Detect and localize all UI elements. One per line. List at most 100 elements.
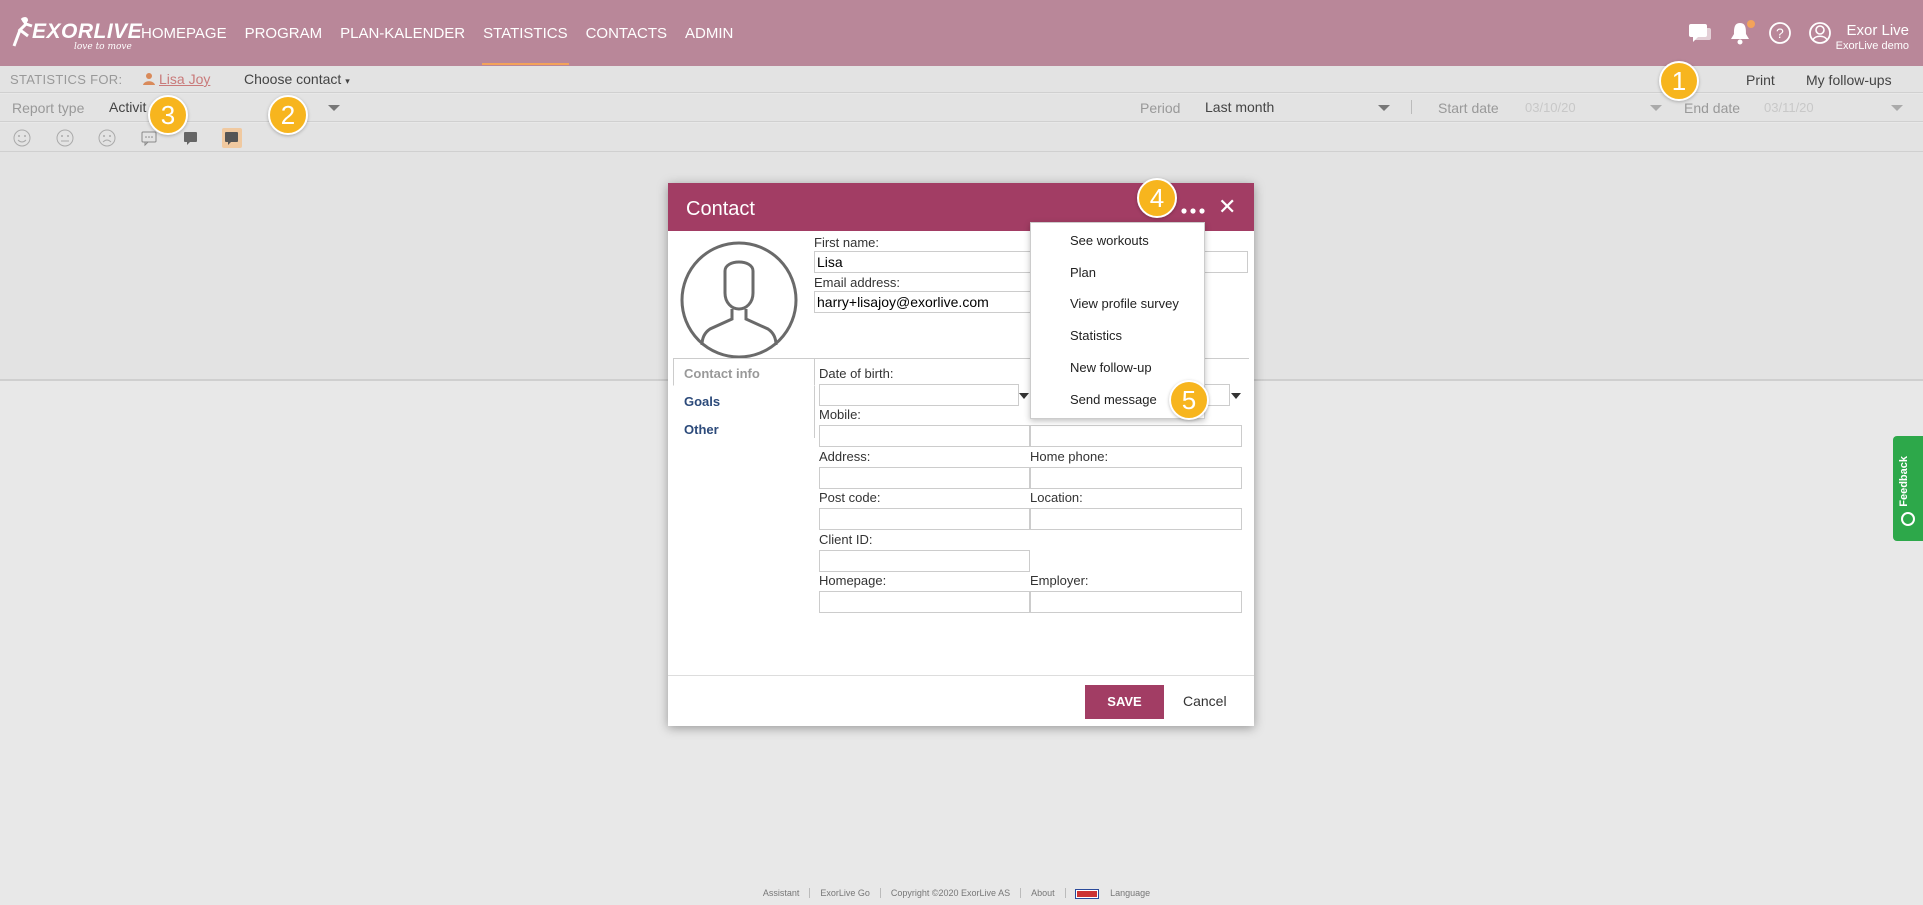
step-badge-2: 2 — [268, 95, 308, 135]
cancel-button[interactable]: Cancel — [1183, 693, 1227, 709]
message-icon[interactable] — [181, 128, 201, 148]
notification-dot — [1747, 20, 1755, 28]
feedback-tab[interactable]: Feedback — [1893, 436, 1923, 541]
tab-contact-info[interactable]: Contact info — [673, 358, 815, 386]
menu-item-send-message[interactable]: Send message — [1070, 392, 1157, 407]
period-select[interactable]: Last month — [1205, 99, 1274, 115]
nav-program[interactable]: PROGRAM — [244, 0, 324, 66]
conversation-icon[interactable] — [222, 128, 242, 148]
dob-input[interactable] — [819, 384, 1019, 406]
email-input[interactable] — [814, 291, 1034, 313]
nav-links: HOMEPAGE PROGRAM PLAN-KALENDER STATISTIC… — [140, 0, 750, 66]
user-profile-icon[interactable] — [1807, 20, 1833, 46]
employer-label: Employer: — [1030, 573, 1089, 588]
step-badge-3: 3 — [148, 95, 188, 135]
footer-about[interactable]: About — [1021, 888, 1066, 898]
mobile-input[interactable] — [819, 425, 1030, 447]
step-badge-5: 5 — [1169, 380, 1209, 420]
choose-contact-dropdown[interactable]: Choose contact ▾ — [244, 71, 350, 87]
close-icon[interactable]: ✕ — [1218, 194, 1236, 220]
post-code-input[interactable] — [819, 508, 1030, 530]
top-nav: EXORLIVE love to move HOMEPAGE PROGRAM P… — [0, 0, 1923, 66]
logo-wordmark: EXORLIVE — [32, 20, 143, 43]
bell-icon[interactable] — [1727, 20, 1755, 46]
sad-face-icon[interactable] — [97, 128, 117, 148]
nav-icons: ? — [1673, 20, 1833, 46]
first-name-label: First name: — [814, 235, 880, 250]
divider — [1411, 100, 1412, 114]
footer-language[interactable]: Language — [1066, 888, 1171, 899]
gender-caret-icon[interactable] — [1231, 393, 1241, 399]
exorlive-logo[interactable]: EXORLIVE love to move — [10, 16, 142, 54]
tab-goals[interactable]: Goals — [684, 394, 720, 409]
period-label: Period — [1140, 100, 1181, 116]
nav-statistics[interactable]: STATISTICS — [482, 0, 570, 66]
home-phone-input[interactable] — [1030, 467, 1242, 489]
start-date-caret-icon[interactable] — [1650, 105, 1662, 111]
menu-item-view-profile-survey[interactable]: View profile survey — [1070, 296, 1179, 311]
modal-title: Contact — [686, 198, 755, 220]
runner-logo-icon — [12, 17, 33, 47]
footer-exorlive-go[interactable]: ExorLive Go — [810, 888, 881, 898]
neutral-face-icon[interactable] — [55, 128, 75, 148]
end-date-input[interactable]: 03/11/20 — [1764, 100, 1814, 115]
choose-contact-label: Choose contact — [244, 71, 342, 87]
menu-item-statistics[interactable]: Statistics — [1070, 328, 1122, 343]
mobile-label: Mobile: — [819, 407, 861, 422]
report-type-select[interactable]: Activit — [109, 99, 146, 115]
selected-contact-link[interactable]: Lisa Joy — [159, 71, 210, 87]
end-date-label: End date — [1684, 100, 1741, 116]
end-date-caret-icon[interactable] — [1891, 105, 1903, 111]
step-badge-1: 1 — [1659, 61, 1699, 101]
svg-text:?: ? — [1776, 25, 1784, 41]
menu-item-plan[interactable]: Plan — [1070, 265, 1096, 280]
client-id-label: Client ID: — [819, 532, 873, 547]
flag-icon — [1074, 888, 1099, 899]
homepage-input[interactable] — [819, 591, 1030, 613]
user-organization: ExorLive demo — [1835, 40, 1909, 52]
footer: Assistant ExorLive Go Copyright ©2020 Exor… — [0, 888, 1923, 905]
menu-item-new-follow-up[interactable]: New follow-up — [1070, 360, 1152, 375]
home-phone-label: Home phone: — [1030, 449, 1109, 464]
location-label: Location: — [1030, 490, 1083, 505]
footer-language-label: Language — [1110, 888, 1151, 898]
start-date-input[interactable]: 03/10/20 — [1525, 100, 1576, 115]
footer-copyright: Copyright ©2020 ExorLive AS — [880, 888, 1022, 898]
nav-plan-kalender[interactable]: PLAN-KALENDER — [339, 0, 466, 66]
feedback-icon — [1901, 512, 1915, 526]
user-name[interactable]: Exor Live — [1846, 22, 1909, 39]
my-follow-ups-button[interactable]: My follow-ups — [1806, 72, 1892, 88]
happy-face-icon[interactable] — [12, 128, 32, 148]
tab-other[interactable]: Other — [684, 422, 719, 437]
work-phone-input[interactable] — [1030, 425, 1242, 447]
email-label: Email address: — [814, 275, 900, 290]
print-button[interactable]: Print — [1746, 72, 1775, 88]
logo-tagline: love to move — [74, 42, 132, 52]
dob-label: Date of birth: — [819, 366, 894, 381]
menu-item-see-workouts[interactable]: See workouts — [1070, 233, 1149, 248]
nav-homepage[interactable]: HOMEPAGE — [140, 0, 228, 66]
footer-assistant[interactable]: Assistant — [752, 888, 811, 898]
person-icon — [143, 73, 155, 85]
caret-down-icon: ▾ — [345, 76, 350, 86]
help-icon[interactable]: ? — [1767, 20, 1793, 46]
report-type-caret-icon[interactable] — [328, 105, 340, 111]
location-input[interactable] — [1030, 508, 1242, 530]
nav-contacts[interactable]: CONTACTS — [585, 0, 668, 66]
save-button[interactable]: SAVE — [1085, 685, 1164, 719]
tab-border — [814, 386, 815, 438]
nav-admin[interactable]: ADMIN — [684, 0, 734, 66]
employer-input[interactable] — [1030, 591, 1242, 613]
contact-avatar[interactable] — [680, 241, 798, 359]
statistics-bar: STATISTICS FOR: Lisa Joy Choose contact … — [0, 66, 1923, 93]
more-options-icon[interactable] — [1181, 207, 1205, 215]
step-badge-4: 4 — [1137, 178, 1177, 218]
address-input[interactable] — [819, 467, 1030, 489]
client-id-input[interactable] — [819, 550, 1030, 572]
start-date-label: Start date — [1438, 100, 1499, 116]
dob-caret-icon[interactable] — [1019, 393, 1029, 399]
report-type-label: Report type — [12, 100, 85, 116]
period-caret-icon[interactable] — [1378, 105, 1390, 111]
post-code-label: Post code: — [819, 490, 881, 505]
messages-icon[interactable] — [1687, 20, 1713, 46]
